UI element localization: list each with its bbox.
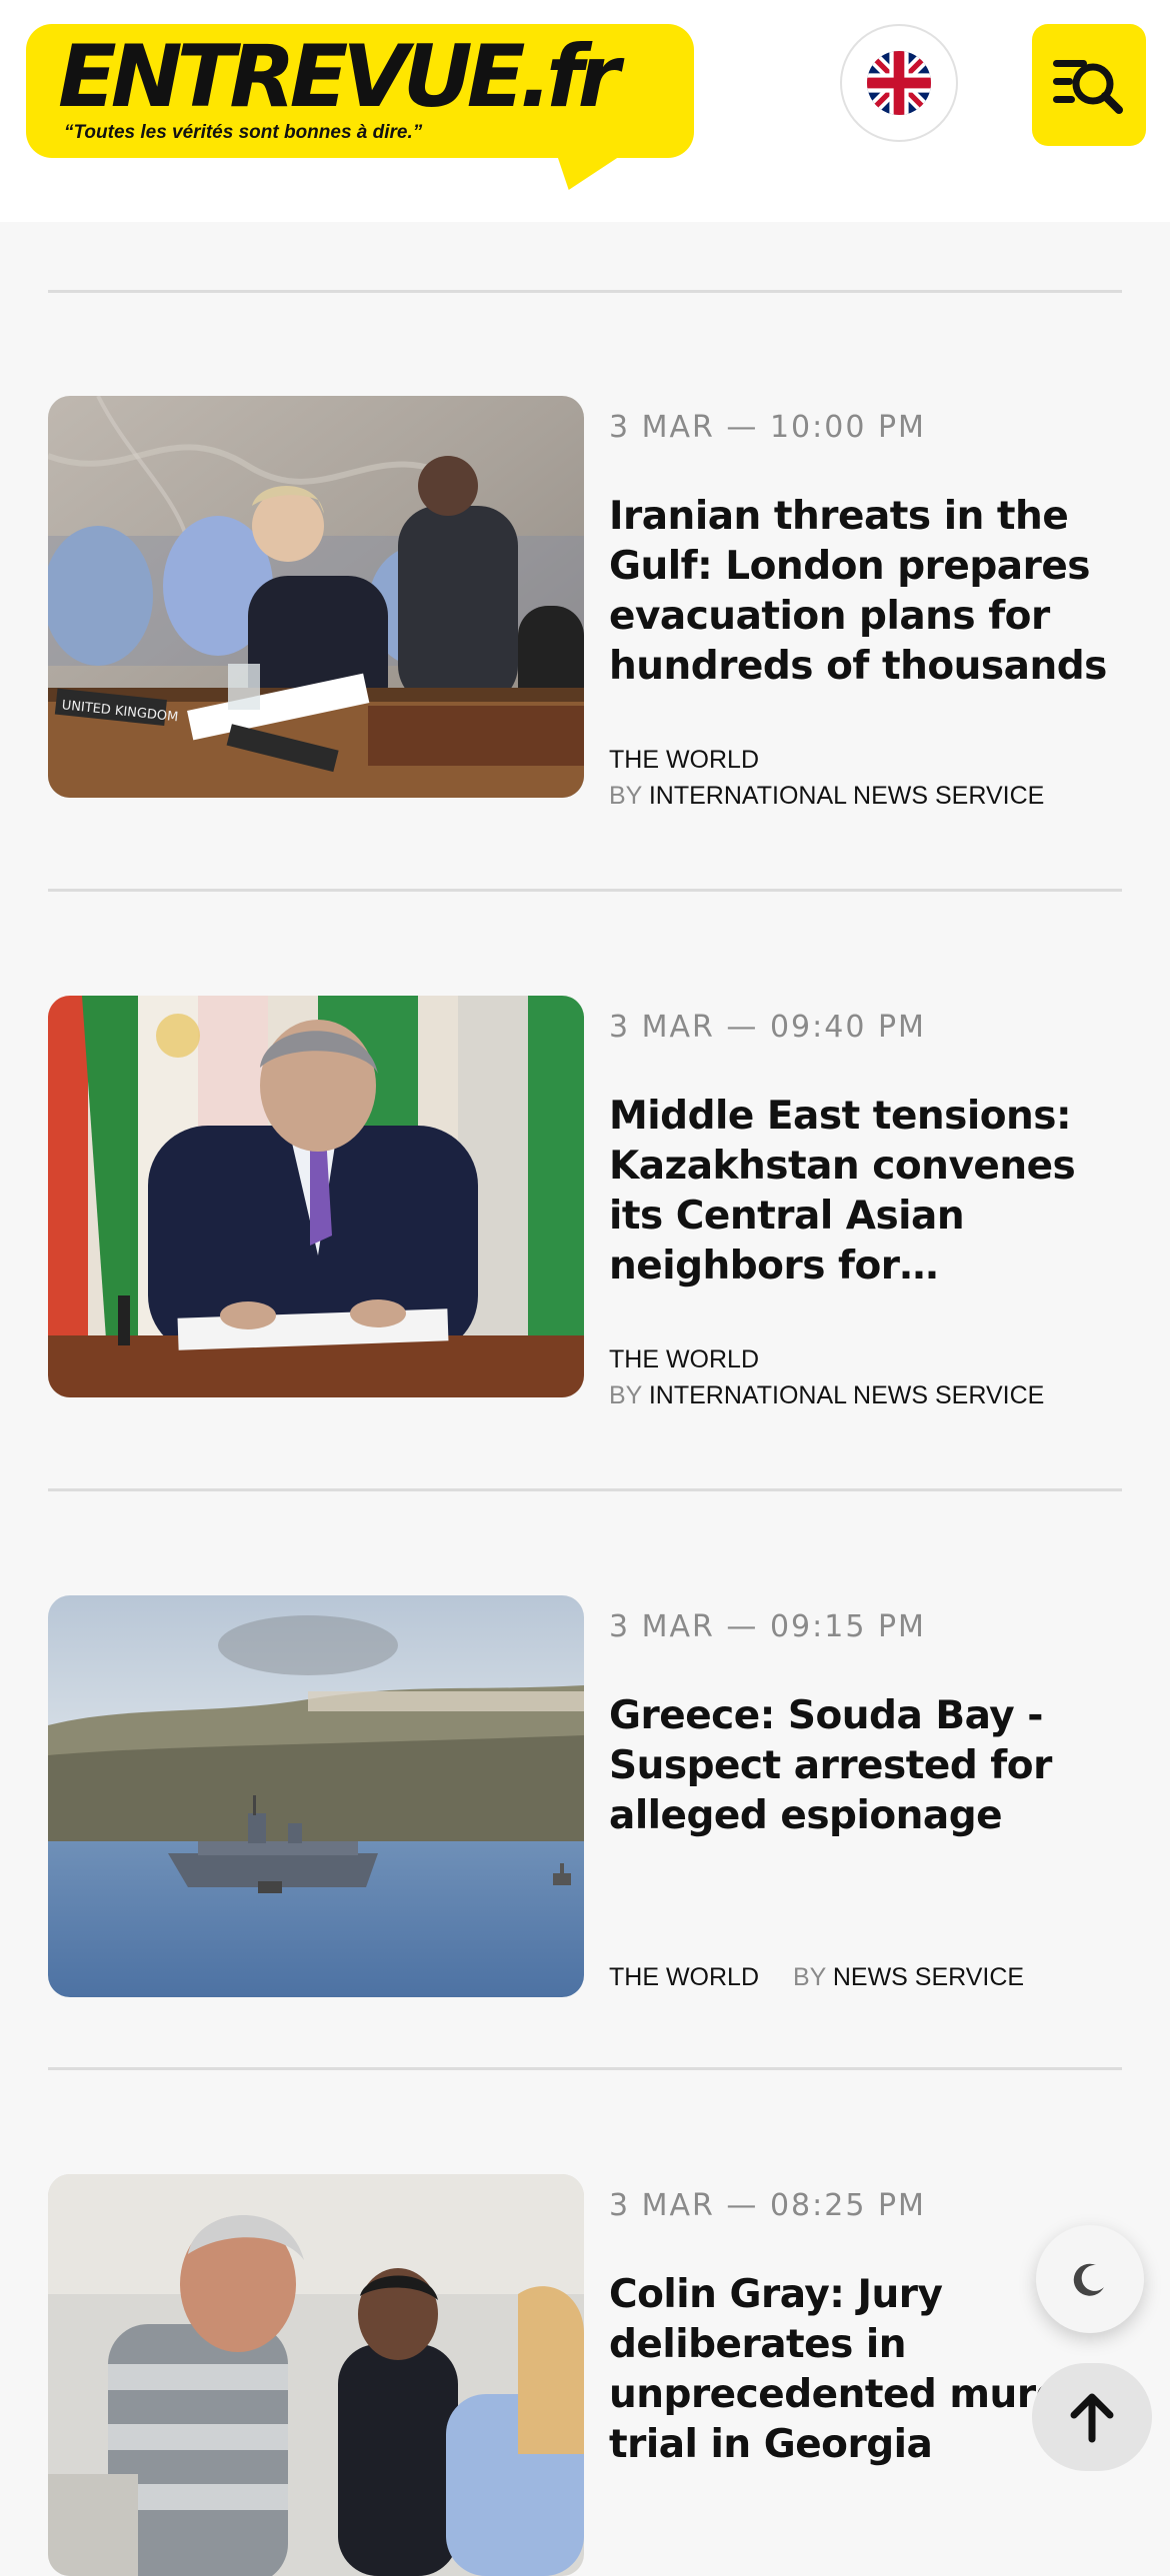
language-button[interactable] <box>840 24 958 142</box>
article-card[interactable]: UNITED KINGDOM 3 MAR — 10:00 PM Iranian … <box>48 396 1129 810</box>
article-author[interactable]: NEWS SERVICE <box>833 1963 1024 1991</box>
article-byline: BY INTERNATIONAL NEWS SERVICE <box>609 1381 1044 1410</box>
article-category[interactable]: THE WORLD <box>609 746 759 775</box>
article-title[interactable]: Greece: Souda Bay - Suspect arrested for… <box>609 1691 1129 1841</box>
article-date: 3 MAR — 09:40 PM <box>609 1010 926 1045</box>
article-author[interactable]: INTERNATIONAL NEWS SERVICE <box>649 1381 1044 1409</box>
article-byline: BY NEWS SERVICE <box>793 1963 1024 1992</box>
article-byline: BY INTERNATIONAL NEWS SERVICE <box>609 782 1044 811</box>
article-category[interactable]: THE WORLD <box>609 1345 759 1374</box>
divider <box>48 889 1122 892</box>
article-date: 3 MAR — 09:15 PM <box>609 1609 926 1644</box>
byline-prefix: BY <box>793 1963 826 1991</box>
moon-icon <box>1073 2263 1104 2296</box>
article-author[interactable]: INTERNATIONAL NEWS SERVICE <box>649 782 1044 810</box>
site-logo[interactable]: ENTREVUE.fr “Toutes les vérités sont bon… <box>26 24 694 158</box>
article-card[interactable]: 3 MAR — 09:40 PM Middle East tensions: K… <box>48 996 1129 1409</box>
divider <box>48 290 1122 293</box>
scroll-to-top-button[interactable] <box>1032 2363 1152 2471</box>
article-date: 3 MAR — 08:25 PM <box>609 2188 926 2223</box>
byline-prefix: BY <box>609 782 642 810</box>
site-header: ENTREVUE.fr “Toutes les vérités sont bon… <box>0 0 1170 222</box>
article-image[interactable] <box>48 2174 584 2576</box>
arrow-up-icon <box>1070 2393 1114 2443</box>
byline-prefix: BY <box>609 1381 642 1409</box>
article-image[interactable] <box>48 1595 584 1997</box>
menu-search-icon <box>1053 60 1123 114</box>
uk-flag-icon <box>867 51 931 115</box>
article-card[interactable]: 3 MAR — 09:15 PM Greece: Souda Bay - Sus… <box>48 1595 1128 1997</box>
article-title[interactable]: Middle East tensions: Kazakhstan convene… <box>609 1092 1129 1291</box>
divider <box>48 2067 1122 2070</box>
article-image[interactable] <box>48 996 584 1397</box>
article-category[interactable]: THE WORLD <box>609 1963 759 1992</box>
logo-speech-tail <box>540 150 630 190</box>
logo-tagline: “Toutes les vérités sont bonnes à dire.” <box>64 122 423 143</box>
article-date: 3 MAR — 10:00 PM <box>609 410 926 445</box>
article-card[interactable]: 3 MAR — 08:25 PM Colin Gray: Jury delibe… <box>48 2174 1128 2576</box>
article-image[interactable]: UNITED KINGDOM <box>48 396 584 798</box>
article-title[interactable]: Iranian threats in the Gulf: London prep… <box>609 492 1129 692</box>
dark-mode-toggle[interactable] <box>1036 2225 1144 2333</box>
divider <box>48 1488 1122 1491</box>
menu-search-button[interactable] <box>1032 24 1146 146</box>
logo-text: ENTREVUE.fr <box>58 27 620 127</box>
